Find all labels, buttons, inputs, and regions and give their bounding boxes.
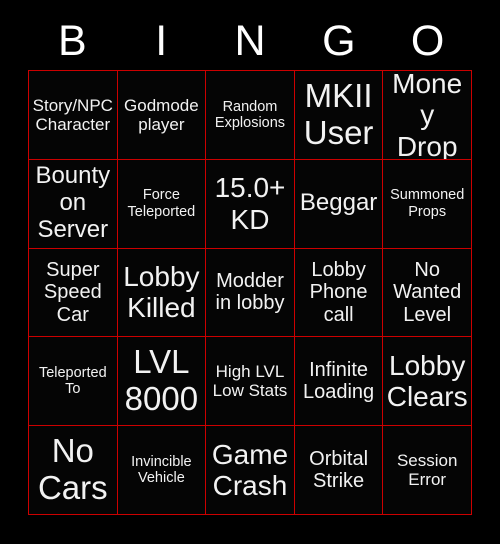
bingo-header: B I N G O [28,12,472,70]
header-letter-n: N [234,16,266,65]
header-letter-i: I [155,16,168,65]
bingo-cell[interactable]: No Wanted Level [383,248,472,338]
bingo-cell[interactable]: Infinite Loading [294,337,384,427]
bingo-cell[interactable]: Orbital Strike [294,426,384,515]
bingo-cell-label: Session Error [396,451,458,490]
bingo-cell-label: Lobby Killed [123,261,200,324]
bingo-cell[interactable]: Money Drop [383,71,472,160]
bingo-cell[interactable]: Super Speed Car [29,248,118,338]
bingo-cell-label: Summoned Props [390,187,465,220]
bingo-cell[interactable]: Story/NPC Character [29,71,118,160]
bingo-cell-label: MKII User [303,76,374,151]
bingo-grid: Story/NPC Character Godmode player Random … [28,70,472,515]
bingo-cell-label: Orbital Strike [309,447,369,493]
bingo-cell-label: Super Speed Car [43,258,102,326]
bingo-cell-label: Lobby Phone call [309,258,368,326]
bingo-cell-label: Game Crash [211,438,289,502]
bingo-cell-label: No Cars [37,432,108,507]
bingo-cell[interactable]: Lobby Phone call [294,248,384,338]
bingo-cell[interactable]: Modder in lobby [206,248,295,338]
bingo-cell-label: Teleported To [38,365,107,398]
bingo-cell[interactable]: No Cars [29,426,118,515]
bingo-cell[interactable]: Session Error [383,426,472,515]
bingo-cell-label: Bounty on Server [35,162,111,244]
bingo-cell-label: Force Teleported [127,187,196,220]
bingo-cell[interactable]: Invincible Vehicle [117,426,207,515]
bingo-cell-label: Lobby Clears [386,349,468,413]
bingo-cell-label: Invincible Vehicle [131,453,192,487]
bingo-cell[interactable]: High LVL Low Stats [206,337,295,427]
bingo-cell-label: Modder in lobby [215,270,285,315]
bingo-cell[interactable]: MKII User [294,71,384,160]
bingo-cell[interactable]: Force Teleported [117,159,207,249]
bingo-cell[interactable]: Summoned Props [383,159,472,249]
bingo-cell[interactable]: Bounty on Server [29,159,118,249]
bingo-cell[interactable]: Godmode player [117,71,207,160]
bingo-cell[interactable]: Beggar [294,159,384,249]
bingo-cell-label: Story/NPC Character [32,95,113,134]
bingo-cell-label: 15.0+ KD [214,172,286,235]
header-letter-g: G [322,16,356,65]
bingo-cell-label: Money Drop [392,71,463,160]
bingo-cell-label: High LVL Low Stats [212,362,288,401]
bingo-cell[interactable]: 15.0+ KD [206,159,295,249]
bingo-cell[interactable]: Random Explosions [206,71,295,160]
bingo-cell[interactable]: Lobby Clears [383,337,472,427]
bingo-cell-label: Infinite Loading [303,358,375,404]
bingo-cell-label: Random Explosions [214,98,286,131]
bingo-cell-label: No Wanted Level [393,258,462,326]
bingo-cell[interactable]: Game Crash [206,426,295,515]
bingo-cell-label: Beggar [299,189,378,217]
header-letter-o: O [410,16,445,65]
bingo-card: B I N G O Story/NPC Character Godmode pla… [0,0,500,544]
header-letter-b: B [58,16,87,65]
bingo-cell-label: Godmode player [124,95,199,134]
bingo-cell[interactable]: LVL 8000 [117,337,207,427]
bingo-cell[interactable]: Teleported To [29,337,118,427]
bingo-cell[interactable]: Lobby Killed [117,248,207,338]
bingo-cell-label: LVL 8000 [124,343,199,418]
